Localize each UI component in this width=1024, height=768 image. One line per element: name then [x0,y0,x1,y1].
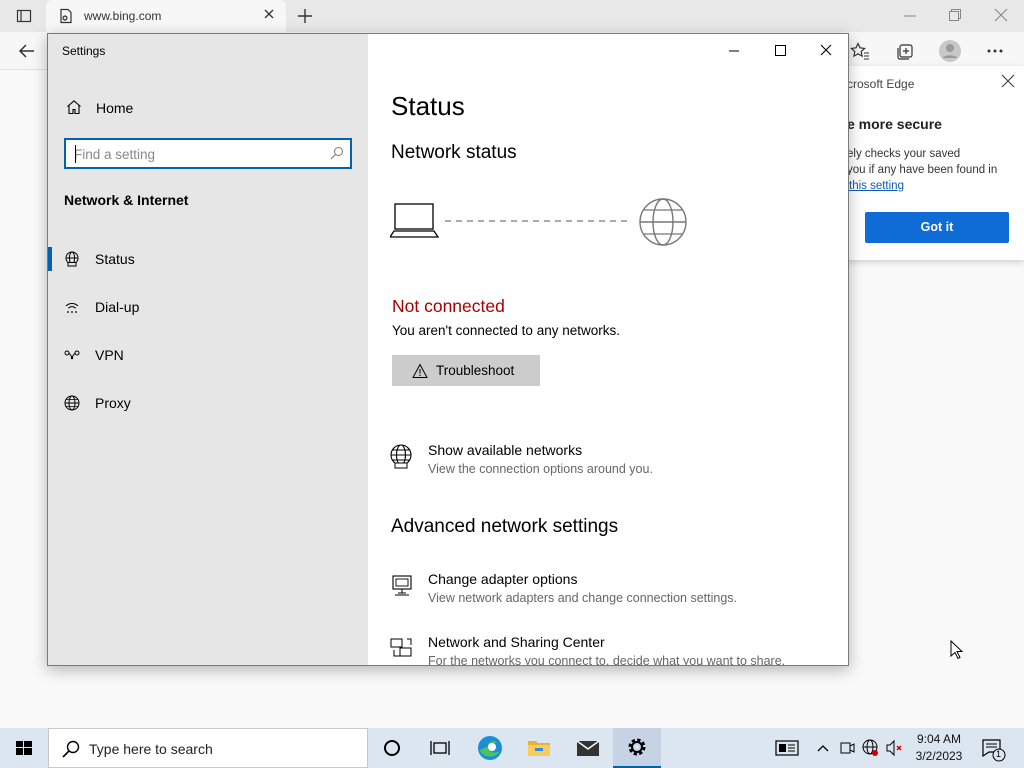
restore-browser-icon[interactable] [948,8,962,27]
warning-icon [412,363,428,384]
clock-time: 9:04 AM [916,732,962,746]
show-hidden-icons-chevron-icon[interactable] [815,728,831,768]
news-widget-icon[interactable] [774,728,800,768]
taskbar: Type here to search 9:04 AM 3/2/2023 1 [0,728,1024,768]
start-button[interactable] [0,728,48,768]
troubleshoot-button[interactable]: Troubleshoot [392,355,540,386]
network-disconnected-icon[interactable] [862,728,880,768]
more-options-icon[interactable] [986,42,1004,65]
notification-center-icon[interactable] [980,728,1008,768]
adapter-title: Change adapter options [428,571,578,587]
nav-item-status[interactable]: Status [48,239,368,279]
collections-icon[interactable] [895,41,915,66]
favorites-icon[interactable] [850,42,870,65]
search-icon [61,739,81,764]
popup-close-icon[interactable] [1001,74,1015,93]
nav-label-vpn: VPN [95,347,124,363]
home-nav-item[interactable]: Home [48,90,368,126]
close-browser-icon[interactable] [994,8,1008,27]
show-networks-desc: View the connection options around you. [428,462,653,476]
edge-security-popup: crosoft Edge e more secure ely checks yo… [830,66,1024,260]
popup-text: ely checks your saved you if any have be… [847,146,1024,178]
settings-search-input[interactable] [74,145,324,163]
back-icon[interactable] [18,42,36,65]
settings-sidebar: Settings Home Network & Internet Status [48,34,368,665]
taskbar-search-placeholder: Type here to search [89,741,213,757]
notification-count-badge: 1 [996,749,1002,759]
popup-setting-link[interactable]: this setting [849,180,904,192]
show-networks-link[interactable]: Show available networks View the connect… [390,442,830,486]
system-clock[interactable]: 9:04 AM 3/2/2023 [906,731,972,765]
got-it-button[interactable]: Got it [865,212,1009,243]
nav-label-status: Status [95,251,135,267]
popup-heading: e more secure [847,116,942,132]
network-status-heading: Network status [391,142,517,163]
new-tab-icon[interactable] [296,7,314,30]
settings-main: Status Network status Not connected You … [368,34,848,666]
change-adapter-link[interactable]: Change adapter options View network adap… [390,571,830,615]
text-caret [75,145,76,163]
settings-window: Settings Home Network & Internet Status [47,33,849,666]
globe-icon [64,395,80,416]
popup-text-line1: ely checks your saved [847,148,961,160]
page-title: Status [391,91,465,121]
selected-indicator [48,247,52,271]
nav-label-dialup: Dial-up [95,299,140,315]
browser-tab-bar: www.bing.com [0,0,1024,32]
settings-taskbar-icon[interactable] [613,728,661,768]
task-view-button[interactable] [416,728,464,768]
profile-avatar-icon[interactable] [938,39,962,68]
window-title: Settings [62,44,106,58]
nav-item-vpn[interactable]: VPN [48,335,368,375]
globe-network-icon [390,444,414,475]
network-diagram [388,194,690,259]
popup-title: crosoft Edge [847,77,915,91]
vpn-icon [64,347,80,368]
laptop-icon [388,203,440,238]
clock-date: 3/2/2023 [915,749,963,763]
troubleshoot-label: Troubleshoot [436,363,515,378]
volume-muted-icon[interactable] [885,728,905,768]
nav-item-proxy[interactable]: Proxy [48,383,368,423]
edge-taskbar-icon[interactable] [466,728,514,768]
meet-now-icon[interactable] [839,728,855,768]
popup-text-line2: you if any have been found in [847,164,998,176]
advanced-heading: Advanced network settings [391,516,619,537]
connection-state: Not connected [392,296,505,316]
tab-actions-icon[interactable] [16,8,32,29]
file-explorer-icon[interactable] [515,728,563,768]
dialup-icon [64,299,80,320]
adapter-icon [390,573,414,604]
search-icon[interactable] [330,146,344,165]
sharing-center-link[interactable]: Network and Sharing Center For the netwo… [390,634,830,666]
minimize-browser-icon[interactable] [903,9,917,28]
show-networks-title: Show available networks [428,442,583,458]
sharing-desc: For the networks you connect to, decide … [428,654,786,666]
adapter-desc: View network adapters and change connect… [428,591,737,605]
home-label: Home [96,100,134,116]
nav-item-dialup[interactable]: Dial-up [48,287,368,327]
browser-tab[interactable]: www.bing.com [46,0,286,32]
connection-description: You aren't connected to any networks. [392,323,620,338]
globe-status-icon [64,251,80,272]
section-heading: Network & Internet [64,192,189,208]
taskbar-search-box[interactable]: Type here to search [48,728,368,768]
sharing-center-icon [390,636,414,665]
mouse-cursor-icon [950,639,964,665]
cortana-button[interactable] [368,728,416,768]
mail-icon[interactable] [564,728,612,768]
settings-search-box[interactable] [64,138,352,169]
internet-globe-icon [639,198,687,246]
sharing-title: Network and Sharing Center [428,634,605,650]
tab-title: www.bing.com [84,9,162,23]
home-icon [66,99,82,120]
nav-label-proxy: Proxy [95,395,131,411]
tab-close-icon[interactable] [262,7,276,26]
page-favicon-icon [58,8,74,29]
